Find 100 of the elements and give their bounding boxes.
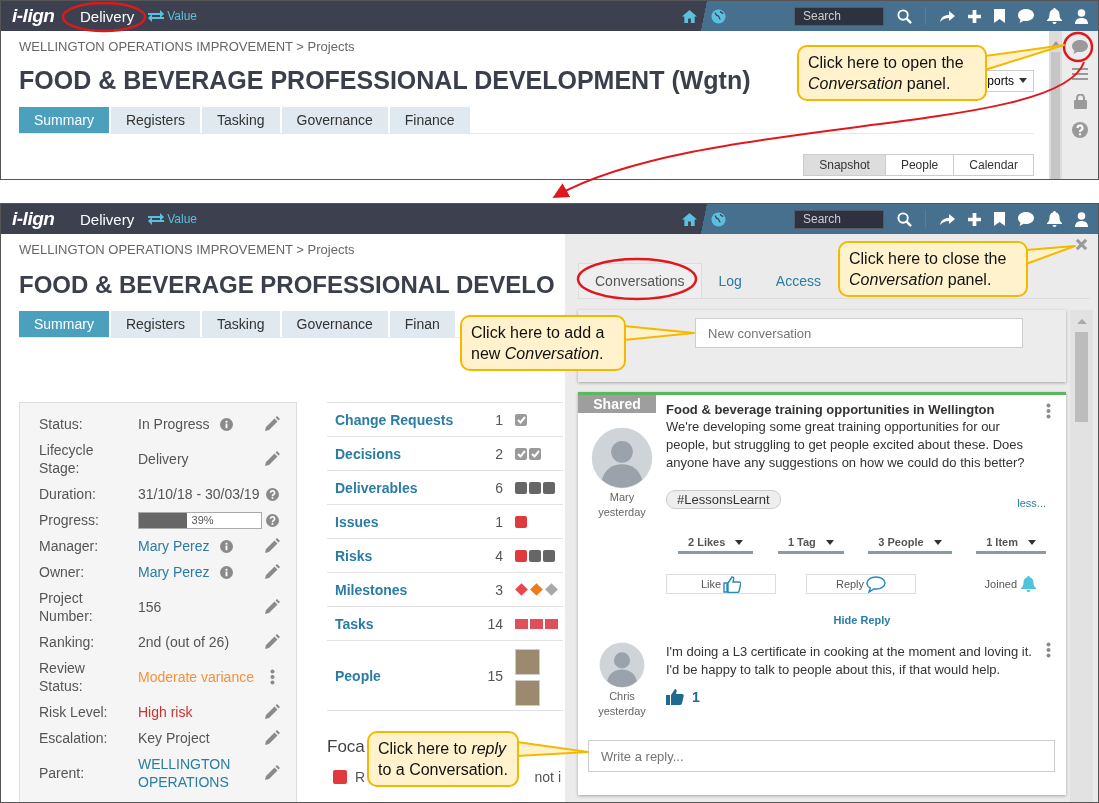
share-icon[interactable] <box>939 212 955 226</box>
tab[interactable]: Finance <box>389 107 470 133</box>
pencil-icon[interactable] <box>264 451 280 467</box>
pencil-icon[interactable] <box>264 730 280 746</box>
more-options-icon[interactable] <box>1046 642 1051 658</box>
register-link[interactable]: Change Requests <box>327 411 465 428</box>
help-icon[interactable] <box>1072 122 1088 138</box>
panel-tab[interactable]: Access <box>758 263 838 298</box>
module-name[interactable]: Delivery <box>80 7 135 25</box>
register-link[interactable]: Deliverables <box>327 479 465 496</box>
view-toggle-button[interactable]: Snapshot <box>803 154 886 176</box>
register-link[interactable]: Issues <box>327 513 465 530</box>
caret-icon <box>1019 78 1027 83</box>
panel-tab[interactable]: Log <box>701 263 759 298</box>
logo[interactable]: i-lign <box>12 5 66 27</box>
search-field[interactable]: Search <box>794 6 884 26</box>
home-icon[interactable] <box>681 8 698 24</box>
module-name[interactable]: Delivery <box>80 210 135 228</box>
view-toggle-button[interactable]: People <box>885 154 955 176</box>
user-icon[interactable] <box>1075 211 1088 227</box>
filter-dropdown[interactable]: 1 Item <box>976 534 1046 554</box>
field-value: Mary Perez <box>138 563 210 581</box>
swap-arrows-icon <box>148 10 165 22</box>
register-link[interactable]: Risks <box>327 547 465 564</box>
search-icon[interactable] <box>897 211 912 227</box>
tab[interactable]: Governance <box>281 311 388 337</box>
globe-icon[interactable] <box>711 211 726 227</box>
pencil-icon[interactable] <box>264 416 280 432</box>
comment-icon[interactable] <box>1018 212 1034 226</box>
pencil-icon[interactable] <box>264 538 280 554</box>
close-icon[interactable] <box>1075 238 1088 251</box>
page-title: FOOD & BEVERAGE PROFESSIONAL DEVELOPMENT (Wgtn) <box>19 66 751 95</box>
tab[interactable]: Finan <box>389 311 455 337</box>
like-button[interactable]: Like <box>666 574 776 594</box>
bell-icon[interactable] <box>1047 8 1062 24</box>
new-conversation-field[interactable]: New conversation <box>695 318 1023 348</box>
tab[interactable]: Registers <box>110 311 201 337</box>
tab[interactable]: Tasking <box>202 107 280 133</box>
tab[interactable]: Governance <box>281 107 388 133</box>
list-icon[interactable] <box>1072 67 1088 81</box>
pencil-icon[interactable] <box>264 599 280 615</box>
avatar-icon <box>599 642 645 688</box>
info-icon[interactable] <box>219 539 233 553</box>
bookmark-icon[interactable] <box>994 212 1005 226</box>
hashtag-chip[interactable]: #LessonsLearnt <box>666 490 781 509</box>
speech-bubble-icon <box>866 575 887 593</box>
info-icon[interactable] <box>219 565 233 579</box>
bookmark-icon[interactable] <box>994 9 1005 23</box>
tab[interactable]: Tasking <box>202 311 280 337</box>
pencil-icon[interactable] <box>264 704 280 720</box>
photo-placeholder[interactable] <box>515 649 540 675</box>
field-value: Moderate variance <box>138 668 254 686</box>
page-title: FOOD & BEVERAGE PROFESSIONAL DEVELO <box>19 271 556 299</box>
more-options-icon[interactable] <box>1046 403 1051 419</box>
hide-reply-link[interactable]: Hide Reply <box>578 614 1066 626</box>
reply-field[interactable]: Write a reply... <box>588 740 1055 772</box>
register-count: 6 <box>494 479 503 496</box>
less-link[interactable]: less... <box>1017 497 1046 509</box>
user-icon[interactable] <box>1075 8 1088 24</box>
register-link[interactable]: People <box>327 667 465 684</box>
reply-button[interactable]: Reply <box>806 574 916 594</box>
reply-time: yesterday <box>598 705 646 718</box>
scrollbar[interactable] <box>1049 31 1062 179</box>
comment-icon[interactable] <box>1072 40 1088 54</box>
register-link[interactable]: Tasks <box>327 615 465 632</box>
share-icon[interactable] <box>939 9 955 23</box>
search-icon[interactable] <box>897 8 912 24</box>
photo-placeholder[interactable] <box>515 680 540 706</box>
register-link[interactable]: Milestones <box>327 581 465 598</box>
pencil-icon[interactable] <box>264 634 280 650</box>
pencil-icon[interactable] <box>264 564 280 580</box>
breadcrumb[interactable]: WELLINGTON OPERATIONS IMPROVEMENT > Projects <box>19 242 565 257</box>
panel-tab[interactable]: Conversations <box>578 263 702 298</box>
scrollbar[interactable] <box>1070 310 1093 802</box>
plus-icon[interactable] <box>968 212 981 226</box>
lock-icon[interactable] <box>1073 94 1087 109</box>
caret-icon <box>735 539 744 545</box>
bell-icon[interactable] <box>1047 211 1062 227</box>
help-icon[interactable] <box>265 513 279 527</box>
logo[interactable]: i-lign <box>12 208 66 230</box>
comment-icon[interactable] <box>1018 9 1034 23</box>
module-switch-link[interactable]: Value <box>167 9 197 23</box>
filter-dropdown[interactable]: 3 People <box>868 534 952 554</box>
tab[interactable]: Registers <box>110 107 201 133</box>
info-icon[interactable] <box>219 417 233 431</box>
module-switch-link[interactable]: Value <box>167 212 197 226</box>
pencil-icon[interactable] <box>264 765 280 781</box>
filter-dropdown[interactable]: 1 Tag <box>777 534 844 554</box>
filter-dropdown[interactable]: 2 Likes <box>678 534 754 554</box>
field-label: Progress: <box>39 511 100 529</box>
register-link[interactable]: Decisions <box>327 445 465 462</box>
view-toggle-button[interactable]: Calendar <box>954 154 1034 176</box>
help-icon[interactable] <box>265 487 279 501</box>
home-icon[interactable] <box>681 211 698 227</box>
more-options-icon[interactable] <box>269 669 275 685</box>
plus-icon[interactable] <box>968 9 981 23</box>
joined-label[interactable]: Joined <box>984 578 1017 590</box>
search-field[interactable]: Search <box>794 209 884 229</box>
globe-icon[interactable] <box>711 8 726 24</box>
reply-text: I'm doing a L3 certificate in cooking at the moment and loving it. I'd be happy to talk to people about this, if that would help. <box>666 643 1033 679</box>
